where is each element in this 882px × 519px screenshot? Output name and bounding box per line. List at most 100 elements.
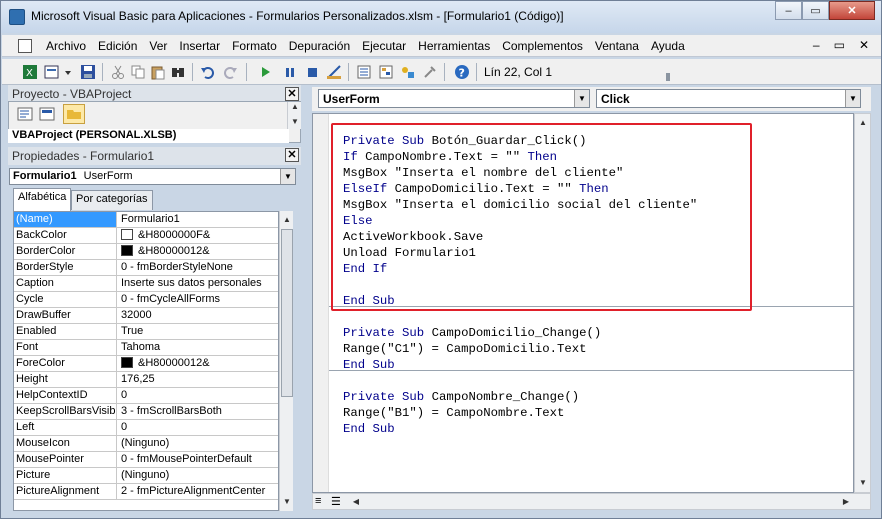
minimize-button[interactable]: – — [775, 1, 802, 20]
property-value-cell[interactable]: 0 - fmCycleAllForms — [118, 292, 278, 307]
code-line[interactable]: Range("B1") = CampoNombre.Text — [343, 405, 564, 421]
code-editor[interactable]: Private Sub Botón_Guardar_Click() If Camp… — [312, 113, 854, 493]
find-icon[interactable] — [170, 64, 186, 80]
property-value-cell[interactable]: &H80000012& — [118, 244, 278, 259]
property-row[interactable]: BorderStyle 0 - fmBorderStyleNone — [14, 260, 278, 276]
mdi-restore-button[interactable]: ▭ — [834, 38, 845, 52]
toolbar-overflow-handle[interactable] — [666, 73, 670, 81]
property-value-cell[interactable]: 2 - fmPictureAlignmentCenter — [118, 484, 278, 499]
menu-item-9[interactable]: Ventana — [595, 39, 639, 53]
toolbox-icon[interactable] — [422, 64, 438, 80]
properties-window-icon[interactable] — [378, 64, 394, 80]
property-row[interactable]: MouseIcon (Ninguno) — [14, 436, 278, 452]
menu-item-5[interactable]: Depuración — [289, 39, 350, 53]
undo-icon[interactable] — [200, 64, 216, 80]
property-value-cell[interactable]: (Ninguno) — [118, 436, 278, 451]
code-line[interactable]: Range("C1") = CampoDomicilio.Text — [343, 341, 587, 357]
procedure-view-icon[interactable]: ≡ — [315, 495, 321, 507]
menu-item-6[interactable]: Ejecutar — [362, 39, 406, 53]
dropdown-arrow-icon[interactable] — [64, 64, 72, 80]
procedure-combo[interactable]: Click ▼ — [596, 89, 861, 108]
property-value-cell[interactable]: True — [118, 324, 278, 339]
menu-item-7[interactable]: Herramientas — [418, 39, 490, 53]
code-line[interactable]: ActiveWorkbook.Save — [343, 229, 483, 245]
view-excel-icon[interactable]: X — [22, 64, 38, 80]
property-value-cell[interactable]: &H8000000F& — [118, 228, 278, 243]
margin-indicator-bar[interactable] — [313, 114, 329, 492]
property-row[interactable]: Left 0 — [14, 420, 278, 436]
code-line[interactable]: End If — [343, 261, 387, 277]
property-row[interactable]: DrawBuffer 32000 — [14, 308, 278, 324]
property-row[interactable]: Font Tahoma — [14, 340, 278, 356]
property-value-cell[interactable]: 176,25 — [118, 372, 278, 387]
property-row[interactable]: (Name) Formulario1 — [14, 212, 278, 228]
scroll-down-icon[interactable]: ▼ — [288, 115, 302, 129]
property-value-cell[interactable]: 3 - fmScrollBarsBoth — [118, 404, 278, 419]
redo-icon[interactable] — [222, 64, 238, 80]
property-row[interactable]: Enabled True — [14, 324, 278, 340]
scroll-thumb[interactable] — [281, 229, 293, 397]
tab-alphabetic[interactable]: Alfabética — [13, 188, 72, 211]
toggle-folders-icon[interactable] — [63, 104, 85, 124]
stop-icon[interactable] — [304, 64, 320, 80]
menu-item-10[interactable]: Ayuda — [651, 39, 685, 53]
tab-categorized[interactable]: Por categorías — [71, 190, 153, 210]
property-value-cell[interactable]: 0 — [118, 388, 278, 403]
save-icon[interactable] — [80, 64, 96, 80]
menu-item-3[interactable]: Insertar — [179, 39, 220, 53]
scroll-down-icon[interactable]: ▼ — [856, 476, 870, 490]
cut-icon[interactable] — [110, 64, 126, 80]
run-icon[interactable] — [258, 64, 274, 80]
help-icon[interactable]: ? — [454, 64, 470, 80]
property-row[interactable]: PictureAlignment 2 - fmPictureAlignmentCe… — [14, 484, 278, 500]
design-mode-icon[interactable] — [326, 64, 342, 80]
properties-scrollbar[interactable]: ▲ ▼ — [279, 211, 293, 511]
chevron-down-icon[interactable]: ▼ — [280, 169, 295, 184]
object-combo[interactable]: UserForm ▼ — [318, 89, 590, 108]
property-row[interactable]: KeepScrollBarsVisible 3 - fmScrollBarsBot… — [14, 404, 278, 420]
scroll-up-icon[interactable]: ▲ — [856, 116, 870, 130]
property-value-cell[interactable]: &H80000012& — [118, 356, 278, 371]
code-line[interactable]: If CampoNombre.Text = "" Then — [343, 149, 557, 165]
view-object-icon[interactable] — [39, 106, 55, 122]
object-browser-icon[interactable] — [400, 64, 416, 80]
object-selector[interactable]: Formulario1 UserForm ▼ — [9, 168, 296, 185]
properties-panel-close-button[interactable]: ✕ — [285, 148, 299, 162]
scroll-up-icon[interactable]: ▲ — [288, 100, 302, 114]
menu-item-1[interactable]: Edición — [98, 39, 137, 53]
scroll-left-icon[interactable]: ◀ — [349, 495, 363, 509]
property-row[interactable]: HelpContextID 0 — [14, 388, 278, 404]
property-value-cell[interactable]: 0 - fmMousePointerDefault — [118, 452, 278, 467]
view-code-icon[interactable] — [17, 106, 33, 122]
chevron-down-icon[interactable]: ▼ — [574, 90, 589, 107]
document-icon[interactable] — [18, 39, 32, 53]
project-scrollbar[interactable]: ▲ ▼ — [287, 102, 301, 129]
full-module-view-icon[interactable]: ☰ — [331, 495, 341, 508]
paste-icon[interactable] — [150, 64, 166, 80]
menu-item-8[interactable]: Complementos — [502, 39, 583, 53]
code-line[interactable]: ElseIf CampoDomicilio.Text = "" Then — [343, 181, 609, 197]
property-row[interactable]: Cycle 0 - fmCycleAllForms — [14, 292, 278, 308]
property-row[interactable]: BorderColor &H80000012& — [14, 244, 278, 260]
property-value-cell[interactable]: 0 — [118, 420, 278, 435]
code-line[interactable]: End Sub — [343, 421, 395, 437]
code-line[interactable]: Private Sub Botón_Guardar_Click() — [343, 133, 587, 149]
property-value-cell[interactable]: Tahoma — [118, 340, 278, 355]
title-bar[interactable]: Microsoft Visual Basic para Aplicaciones… — [1, 1, 881, 33]
insert-userform-icon[interactable] — [44, 64, 60, 80]
mdi-minimize-button[interactable]: – — [813, 38, 820, 52]
menu-item-4[interactable]: Formato — [232, 39, 277, 53]
property-value-cell[interactable]: 0 - fmBorderStyleNone — [118, 260, 278, 275]
property-row[interactable]: Caption Inserte sus datos personales — [14, 276, 278, 292]
property-row[interactable]: Height 176,25 — [14, 372, 278, 388]
property-row[interactable]: ForeColor &H80000012& — [14, 356, 278, 372]
menu-item-2[interactable]: Ver — [149, 39, 167, 53]
code-vertical-scrollbar[interactable]: ▲ ▼ — [854, 113, 871, 493]
code-line[interactable]: Private Sub CampoNombre_Change() — [343, 389, 579, 405]
project-panel-close-button[interactable]: ✕ — [285, 87, 299, 101]
property-row[interactable]: MousePointer 0 - fmMousePointerDefault — [14, 452, 278, 468]
chevron-down-icon[interactable]: ▼ — [845, 90, 860, 107]
project-tree-item[interactable]: VBAProject (PERSONAL.XLSB) — [12, 129, 176, 141]
project-tree[interactable]: VBAProject (PERSONAL.XLSB) — [8, 129, 289, 143]
code-line[interactable]: Else — [343, 213, 373, 229]
